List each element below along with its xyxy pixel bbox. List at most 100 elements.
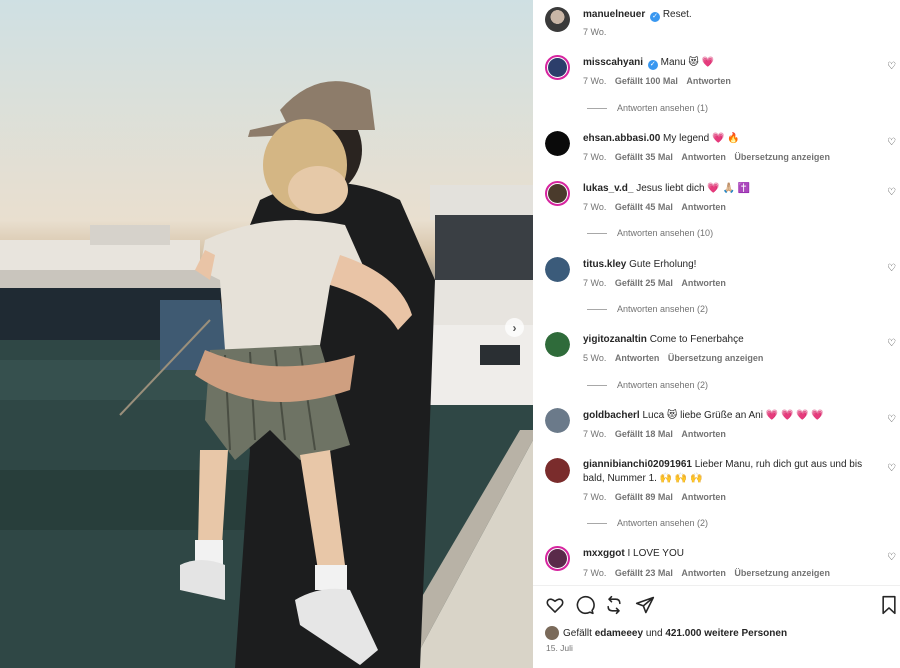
verified-badge-icon: ✓ <box>650 12 661 22</box>
comment-button[interactable] <box>575 595 595 615</box>
post-author[interactable]: manuelneuer <box>583 9 645 20</box>
comment-likes[interactable]: Gefällt 18 Mal <box>615 429 673 439</box>
view-replies-button[interactable]: Antworten ansehen (2) <box>587 518 708 528</box>
reply-button[interactable]: Antworten <box>681 202 726 212</box>
comment-username[interactable]: lukas_v.d_ <box>583 183 633 194</box>
save-button[interactable] <box>879 595 899 615</box>
avatar[interactable] <box>545 7 570 32</box>
avatar[interactable] <box>545 131 570 156</box>
reply-button[interactable]: Antworten <box>686 76 731 86</box>
reply-button[interactable]: Antworten <box>681 278 726 288</box>
comment-likes[interactable]: Gefällt 23 Mal <box>615 568 673 578</box>
post-photo[interactable]: › <box>0 0 533 668</box>
like-comment-button[interactable]: ♡ <box>887 464 897 474</box>
avatar[interactable] <box>545 626 559 640</box>
like-button[interactable] <box>545 595 565 615</box>
like-comment-button[interactable]: ♡ <box>887 339 897 349</box>
reply-button[interactable]: Antworten <box>681 492 726 502</box>
translate-button[interactable]: Übersetzung anzeigen <box>668 353 764 363</box>
reply-button[interactable]: Antworten <box>681 152 726 162</box>
comment-body: Come to Fenerbahçe <box>649 334 744 345</box>
comment-time: 7 Wo. <box>583 429 607 439</box>
likes-prefix: Gefällt <box>563 627 592 639</box>
view-replies-label: Antworten ansehen (2) <box>617 304 709 314</box>
avatar[interactable] <box>545 181 570 206</box>
comment-username[interactable]: titus.kley <box>583 259 626 270</box>
comments-panel: manuelneuer ✓ Reset. 7 Wo. misscahyani ✓… <box>533 0 900 668</box>
caption: Reset. <box>662 9 692 20</box>
comment-meta: 7 Wo. Gefällt 23 Mal Antworten Übersetzu… <box>583 568 836 578</box>
like-comment-button[interactable]: ♡ <box>887 264 897 274</box>
comment-time: 7 Wo. <box>583 76 607 86</box>
caption-meta: 7 Wo. <box>583 27 612 37</box>
comment-time: 7 Wo. <box>583 278 607 288</box>
divider <box>587 522 607 524</box>
comment-username[interactable]: goldbacherl <box>583 410 640 421</box>
comment-username[interactable]: ehsan.abbasi.00 <box>583 133 660 144</box>
likes-user[interactable]: edameeey <box>595 628 643 639</box>
translate-button[interactable]: Übersetzung anzeigen <box>734 152 830 162</box>
like-comment-button[interactable]: ♡ <box>887 62 897 72</box>
view-replies-label: Antworten ansehen (1) <box>617 103 709 113</box>
like-comment-button[interactable]: ♡ <box>887 415 897 425</box>
comment-body: My legend 💗 🔥 <box>663 133 740 144</box>
heart-outline-icon: ♡ <box>887 263 896 274</box>
heart-outline-icon: ♡ <box>887 338 896 349</box>
avatar[interactable] <box>545 332 570 357</box>
avatar[interactable] <box>545 408 570 433</box>
comment-meta: 7 Wo. Gefällt 18 Mal Antworten <box>583 429 732 439</box>
view-replies-label: Antworten ansehen (2) <box>617 518 709 528</box>
caption-time: 7 Wo. <box>583 27 607 37</box>
comment-likes[interactable]: Gefällt 25 Mal <box>615 278 673 288</box>
reply-button[interactable]: Antworten <box>615 353 660 363</box>
comment-likes[interactable]: Gefällt 89 Mal <box>615 492 673 502</box>
comment-username[interactable]: yigitozanaltin <box>583 334 647 345</box>
translate-button[interactable]: Übersetzung anzeigen <box>734 568 830 578</box>
divider <box>587 232 607 234</box>
comment-body: Gute Erholung! <box>629 259 697 270</box>
divider <box>587 308 607 310</box>
view-replies-button[interactable]: Antworten ansehen (2) <box>587 304 708 314</box>
comment-text: yigitozanaltin Come to Fenerbahçe <box>583 333 883 347</box>
comment-text: lukas_v.d_ Jesus liebt dich 💗 🙏🏼 ✝️ <box>583 182 883 196</box>
comment-meta: 7 Wo. Gefällt 89 Mal Antworten <box>583 492 732 502</box>
avatar[interactable] <box>545 257 570 282</box>
reply-button[interactable]: Antworten <box>681 568 726 578</box>
comment-username[interactable]: giannibianchi02091961 <box>583 459 692 470</box>
heart-outline-icon: ♡ <box>887 552 896 563</box>
comment-meta: 7 Wo. Gefällt 25 Mal Antworten <box>583 278 732 288</box>
repost-button[interactable] <box>604 595 624 615</box>
view-replies-button[interactable]: Antworten ansehen (2) <box>587 380 708 390</box>
view-replies-button[interactable]: Antworten ansehen (1) <box>587 103 708 113</box>
avatar[interactable] <box>545 55 570 80</box>
like-comment-button[interactable]: ♡ <box>887 138 897 148</box>
repost-icon <box>607 595 621 615</box>
comment-likes[interactable]: Gefällt 35 Mal <box>615 152 673 162</box>
next-image-button[interactable]: › <box>505 318 524 337</box>
comment-time: 5 Wo. <box>583 353 607 363</box>
comment-body: Jesus liebt dich 💗 🙏🏼 ✝️ <box>636 183 751 194</box>
avatar[interactable] <box>545 458 570 483</box>
comment-username[interactable]: mxxggot <box>583 548 625 559</box>
heart-outline-icon: ♡ <box>887 463 896 474</box>
comment-time: 7 Wo. <box>583 202 607 212</box>
comment-username[interactable]: misscahyani <box>583 57 643 68</box>
share-button[interactable] <box>635 595 655 615</box>
comment-text: titus.kley Gute Erholung! <box>583 258 883 272</box>
divider <box>533 585 900 586</box>
comment-likes[interactable]: Gefällt 100 Mal <box>615 76 678 86</box>
view-replies-label: Antworten ansehen (10) <box>617 228 714 238</box>
view-replies-button[interactable]: Antworten ansehen (10) <box>587 228 713 238</box>
reply-button[interactable]: Antworten <box>681 429 726 439</box>
verified-badge-icon: ✓ <box>647 60 658 70</box>
comment-likes[interactable]: Gefällt 45 Mal <box>615 202 673 212</box>
heart-outline-icon: ♡ <box>887 137 896 148</box>
view-replies-label: Antworten ansehen (2) <box>617 380 709 390</box>
comment-meta: 7 Wo. Gefällt 35 Mal Antworten Übersetzu… <box>583 152 836 162</box>
like-comment-button[interactable]: ♡ <box>887 553 897 563</box>
like-comment-button[interactable]: ♡ <box>887 188 897 198</box>
divider <box>587 107 607 109</box>
comment-body: Luca 😻 liebe Grüße an Ani 💗 💗 💗 💗 <box>642 410 824 421</box>
likes-count[interactable]: 421.000 weitere Personen <box>665 628 787 639</box>
avatar[interactable] <box>545 546 570 571</box>
